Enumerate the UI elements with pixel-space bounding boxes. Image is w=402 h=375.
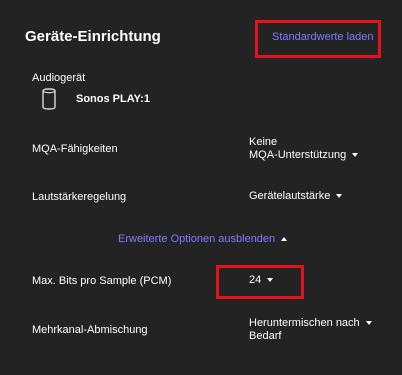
audio-device-label: Audiogerät bbox=[32, 72, 86, 84]
chevron-down-icon bbox=[336, 194, 343, 199]
multichannel-label: Mehrkanal-Abmischung bbox=[32, 324, 148, 336]
multichannel-value-line2: Bedarf bbox=[249, 330, 282, 342]
advanced-toggle-label: Erweiterte Optionen ausblenden bbox=[118, 233, 276, 245]
volume-control-value: Gerätelautstärke bbox=[249, 190, 331, 202]
hide-advanced-options-toggle[interactable]: Erweiterte Optionen ausblenden bbox=[118, 233, 288, 245]
chevron-down-icon bbox=[352, 153, 359, 158]
multichannel-dropdown[interactable]: Heruntermischen nach Bedarf bbox=[249, 317, 372, 343]
speaker-icon bbox=[42, 88, 56, 110]
mqa-dropdown[interactable]: Keine MQA-Unterstützung bbox=[249, 136, 359, 162]
chevron-up-icon bbox=[281, 237, 288, 242]
volume-control-label: Lautstärkeregelung bbox=[32, 191, 127, 203]
chevron-down-icon bbox=[267, 278, 274, 283]
max-bits-dropdown[interactable]: 24 bbox=[249, 274, 274, 287]
chevron-down-icon bbox=[365, 321, 372, 326]
multichannel-value-line1: Heruntermischen nach bbox=[249, 317, 360, 329]
page-title: Geräte-Einrichtung bbox=[25, 28, 161, 45]
mqa-label: MQA-Fähigkeiten bbox=[32, 143, 118, 155]
max-bits-label: Max. Bits pro Sample (PCM) bbox=[32, 275, 172, 287]
mqa-value-line1: Keine bbox=[249, 136, 278, 148]
max-bits-value: 24 bbox=[249, 274, 262, 286]
mqa-value-line2: MQA-Unterstützung bbox=[249, 149, 347, 161]
device-name: Sonos PLAY:1 bbox=[76, 93, 150, 105]
volume-control-dropdown[interactable]: Gerätelautstärke bbox=[249, 190, 343, 203]
load-defaults-link[interactable]: Standardwerte laden bbox=[272, 31, 374, 43]
